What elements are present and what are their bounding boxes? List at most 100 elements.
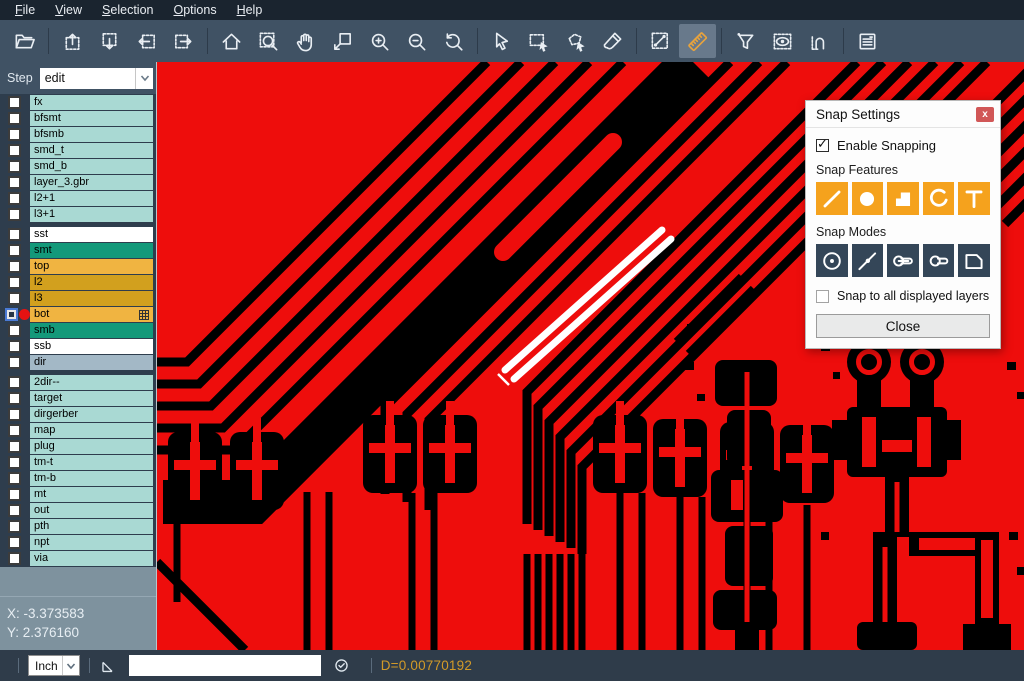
toolbar-button-poly-select[interactable]	[557, 24, 594, 58]
layer-label[interactable]: tm-b	[30, 471, 153, 486]
layer-visibility-checkbox[interactable]	[8, 392, 21, 405]
layer-row-bot[interactable]: bot	[0, 307, 156, 322]
layer-label[interactable]: smd_b	[30, 159, 153, 174]
layer-label[interactable]: smt	[30, 243, 153, 258]
layer-label[interactable]: npt	[30, 535, 153, 550]
layer-row-l2+1[interactable]: l2+1	[0, 191, 156, 206]
layer-label[interactable]: smb	[30, 323, 153, 338]
layer-visibility-checkbox[interactable]	[8, 96, 21, 109]
toolbar-button-view-area[interactable]	[764, 24, 801, 58]
dialog-title-bar[interactable]: Snap Settings x	[806, 101, 1000, 128]
layer-visibility-checkbox[interactable]	[8, 376, 21, 389]
layer-label[interactable]: bot	[30, 307, 153, 322]
unit-select[interactable]: Inch	[28, 655, 80, 676]
snap-mode-contour-button[interactable]	[958, 244, 990, 277]
layer-row-bfsmb[interactable]: bfsmb	[0, 127, 156, 142]
layer-visibility-checkbox[interactable]	[8, 536, 21, 549]
layer-row-fx[interactable]: fx	[0, 95, 156, 110]
snap-mode-point-on-line-button[interactable]	[852, 244, 884, 277]
layer-row-tm-t[interactable]: tm-t	[0, 455, 156, 470]
dialog-close-icon[interactable]: x	[976, 107, 994, 122]
layer-label[interactable]: target	[30, 391, 153, 406]
layer-row-tm-b[interactable]: tm-b	[0, 471, 156, 486]
layer-row-smd_t[interactable]: smd_t	[0, 143, 156, 158]
toolbar-button-zoom-window[interactable]	[324, 24, 361, 58]
layer-visibility-checkbox[interactable]	[5, 308, 18, 321]
layer-label[interactable]: plug	[30, 439, 153, 454]
layer-visibility-checkbox[interactable]	[8, 456, 21, 469]
layer-visibility-checkbox[interactable]	[8, 424, 21, 437]
layer-visibility-checkbox[interactable]	[8, 340, 21, 353]
layer-label[interactable]: layer_3.gbr	[30, 175, 153, 190]
snap-feature-line-button[interactable]	[816, 182, 848, 215]
all-layers-checkbox[interactable]	[816, 290, 829, 303]
layer-row-bfsmt[interactable]: bfsmt	[0, 111, 156, 126]
layer-row-layer_3.gbr[interactable]: layer_3.gbr	[0, 175, 156, 190]
toolbar-button-layer-list[interactable]	[849, 24, 886, 58]
layer-visibility-checkbox[interactable]	[8, 520, 21, 533]
toolbar-button-import-right[interactable]	[165, 24, 202, 58]
layer-row-smt[interactable]: smt	[0, 243, 156, 258]
menu-help[interactable]: Help	[227, 2, 273, 18]
snap-feature-arc-button[interactable]	[923, 182, 955, 215]
layer-visibility-checkbox[interactable]	[8, 552, 21, 565]
layer-label[interactable]: bfsmt	[30, 111, 153, 126]
layer-visibility-checkbox[interactable]	[8, 472, 21, 485]
toolbar-button-pan[interactable]	[287, 24, 324, 58]
layer-visibility-checkbox[interactable]	[8, 228, 21, 241]
layer-row-2dir--[interactable]: 2dir--	[0, 375, 156, 390]
menu-file[interactable]: File	[5, 2, 45, 18]
layer-row-sst[interactable]: sst	[0, 227, 156, 242]
layer-visibility-checkbox[interactable]	[8, 192, 21, 205]
layer-visibility-checkbox[interactable]	[8, 208, 21, 221]
toolbar-button-zoom-previous[interactable]	[435, 24, 472, 58]
layer-visibility-checkbox[interactable]	[8, 160, 21, 173]
layer-row-l2[interactable]: l2	[0, 275, 156, 290]
snap-mode-slot-outline-button[interactable]	[923, 244, 955, 277]
snap-mode-center-button[interactable]	[816, 244, 848, 277]
close-button[interactable]: Close	[816, 314, 990, 338]
command-input[interactable]	[129, 655, 321, 676]
toolbar-button-import-down[interactable]	[91, 24, 128, 58]
layer-label[interactable]: dirgerber	[30, 407, 153, 422]
layer-visibility-checkbox[interactable]	[8, 292, 21, 305]
layer-row-dirgerber[interactable]: dirgerber	[0, 407, 156, 422]
layer-label[interactable]: map	[30, 423, 153, 438]
layer-label[interactable]: 2dir--	[30, 375, 153, 390]
menu-view[interactable]: View	[45, 2, 92, 18]
snap-feature-surface-button[interactable]	[887, 182, 919, 215]
layer-label[interactable]: fx	[30, 95, 153, 110]
layer-visibility-checkbox[interactable]	[8, 504, 21, 517]
toolbar-button-import-up[interactable]	[54, 24, 91, 58]
layer-label[interactable]: l3+1	[30, 207, 153, 222]
toolbar-button-zoom-in[interactable]	[361, 24, 398, 58]
layer-visibility-checkbox[interactable]	[8, 276, 21, 289]
layer-label[interactable]: ssb	[30, 339, 153, 354]
step-select[interactable]: edit	[40, 68, 153, 89]
layer-label[interactable]: pth	[30, 519, 153, 534]
toolbar-button-rect-select[interactable]	[520, 24, 557, 58]
snap-feature-pad-button[interactable]	[852, 182, 884, 215]
layer-label[interactable]: top	[30, 259, 153, 274]
snap-mode-slot-centerline-button[interactable]	[887, 244, 919, 277]
layer-row-npt[interactable]: npt	[0, 535, 156, 550]
toolbar-button-snap[interactable]	[801, 24, 838, 58]
layer-row-ssb[interactable]: ssb	[0, 339, 156, 354]
layer-row-plug[interactable]: plug	[0, 439, 156, 454]
enable-snapping-checkbox[interactable]	[816, 139, 829, 152]
layer-label[interactable]: l3	[30, 291, 153, 306]
refresh-check-icon[interactable]	[332, 656, 351, 675]
layer-label[interactable]: l2	[30, 275, 153, 290]
layer-visibility-checkbox[interactable]	[8, 356, 21, 369]
layer-visibility-checkbox[interactable]	[8, 488, 21, 501]
layer-row-target[interactable]: target	[0, 391, 156, 406]
toolbar-button-open-folder[interactable]	[6, 24, 43, 58]
toolbar-button-brush[interactable]	[594, 24, 631, 58]
menu-selection[interactable]: Selection	[92, 2, 163, 18]
layer-label[interactable]: l2+1	[30, 191, 153, 206]
layer-row-top[interactable]: top	[0, 259, 156, 274]
layer-row-out[interactable]: out	[0, 503, 156, 518]
layer-visibility-checkbox[interactable]	[8, 144, 21, 157]
layer-row-smb[interactable]: smb	[0, 323, 156, 338]
layer-label[interactable]: out	[30, 503, 153, 518]
